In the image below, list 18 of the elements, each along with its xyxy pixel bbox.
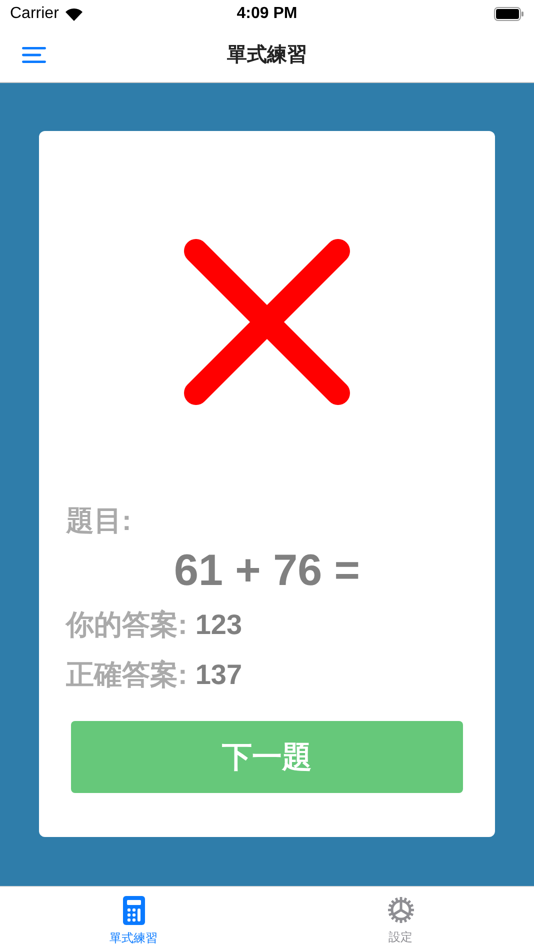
- question-label: 題目:: [66, 504, 132, 538]
- tab-item[interactable]: 設定: [267, 887, 534, 950]
- next-button[interactable]: 下一題: [71, 721, 463, 793]
- clock-text: 4:09 PM: [236, 4, 298, 24]
- wifi-icon: [64, 8, 83, 20]
- calculator-icon: [122, 896, 144, 925]
- battery-icon: [494, 7, 524, 21]
- answer-value: 137: [195, 658, 242, 692]
- gear-icon: [386, 896, 414, 924]
- tab-item[interactable]: 單式練習: [0, 887, 267, 950]
- carrier-text: Carrier: [10, 4, 59, 24]
- answer-label: 正確答案:: [66, 658, 188, 692]
- answer-value: 123: [195, 608, 242, 642]
- answer-label: 你的答案:: [66, 608, 188, 642]
- question-text: 61 + 76 =: [174, 545, 360, 597]
- screen-title: 單式練習: [227, 43, 307, 68]
- menu-icon: [22, 47, 46, 63]
- menu-button[interactable]: [22, 47, 46, 63]
